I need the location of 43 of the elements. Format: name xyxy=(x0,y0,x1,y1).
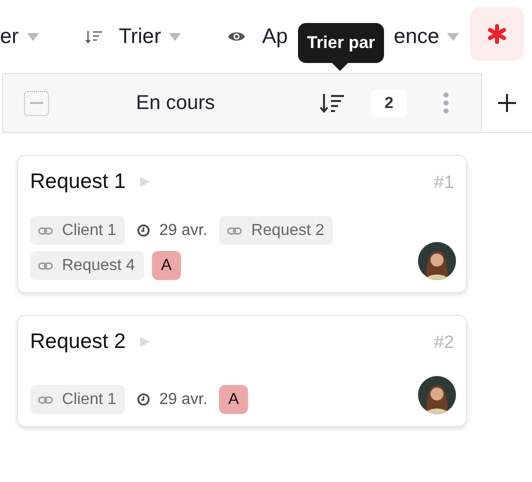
avatar-icon xyxy=(418,376,456,414)
eye-icon xyxy=(227,30,246,43)
card-title: Request 2 xyxy=(30,330,126,354)
linked-record-tag[interactable]: Request 4 xyxy=(30,251,144,280)
column-title: En cours xyxy=(136,92,216,114)
card-title: Request 1 xyxy=(30,170,126,194)
tooltip: Trier par xyxy=(298,23,384,63)
collapse-icon[interactable] xyxy=(24,90,49,116)
toolbar-label[interactable]: ence xyxy=(394,24,440,48)
card[interactable]: Request 1 #1 Client 1 29 avr. Request 2 Request 4 A xyxy=(17,155,467,293)
count-badge: 2 xyxy=(371,90,407,116)
plus-icon xyxy=(497,92,517,112)
sort-icon[interactable] xyxy=(319,93,345,113)
asterisk-button[interactable] xyxy=(470,6,524,60)
play-icon[interactable] xyxy=(140,337,150,347)
link-icon xyxy=(38,226,53,234)
letter-tag: A xyxy=(219,385,248,414)
toolbar-label[interactable]: er xyxy=(0,24,19,48)
link-icon xyxy=(38,396,53,404)
letter-tag: A xyxy=(152,251,181,280)
toolbar-label[interactable]: Ap xyxy=(262,24,288,48)
caret-icon xyxy=(447,32,460,40)
play-icon[interactable] xyxy=(140,177,150,187)
link-icon xyxy=(227,226,242,234)
asterisk-icon xyxy=(487,24,508,44)
toolbar-label[interactable]: Trier xyxy=(118,24,162,48)
caret-icon xyxy=(26,32,39,40)
card-number: #2 xyxy=(434,332,454,352)
due-date: 29 avr. xyxy=(133,385,212,414)
card[interactable]: Request 2 #2 Client 1 29 avr. A xyxy=(17,315,467,427)
tooltip-pointer xyxy=(332,63,348,71)
clock-icon xyxy=(137,224,150,237)
more-icon[interactable] xyxy=(443,92,449,114)
card-number: #1 xyxy=(434,172,454,192)
clock-icon xyxy=(137,393,150,406)
sort-icon xyxy=(84,30,103,44)
link-icon xyxy=(38,262,53,270)
linked-record-tag[interactable]: Request 2 xyxy=(219,216,334,245)
linked-record-tag[interactable]: Client 1 xyxy=(30,216,126,245)
avatar-icon xyxy=(418,242,456,280)
caret-icon xyxy=(169,32,182,40)
linked-record-tag[interactable]: Client 1 xyxy=(30,385,126,414)
due-date: 29 avr. xyxy=(133,216,212,245)
